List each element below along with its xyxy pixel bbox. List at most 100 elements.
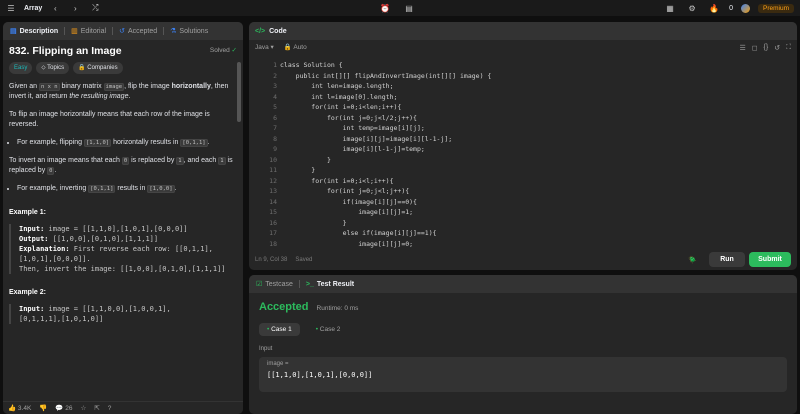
tab-testcase[interactable]: ☑ Testcase bbox=[252, 275, 297, 293]
code-line: for(int j=0;j<l/2;j++){ bbox=[280, 113, 417, 122]
streak-count: 0 bbox=[729, 4, 733, 12]
list: For example, inverting [0,1,1] results i… bbox=[17, 184, 237, 194]
pass-dot-icon: • bbox=[315, 326, 318, 333]
lock-icon: 🔒 bbox=[78, 65, 86, 71]
line-number: 16 bbox=[269, 218, 277, 227]
code-line: } bbox=[280, 218, 347, 227]
code-line: } bbox=[280, 166, 316, 174]
description-tabs: ▤ Description ▥ Editorial ↺ Accepted ⚗ Solut… bbox=[3, 22, 243, 40]
line-number: 10 bbox=[269, 155, 277, 164]
input-label: Input bbox=[259, 346, 273, 352]
clock-icon: ↺ bbox=[119, 28, 125, 35]
tag-icon: ⬦ bbox=[41, 65, 46, 71]
auto-mode[interactable]: 🔒 Auto bbox=[284, 43, 307, 51]
tag-chips: Easy ⬦ Topics 🔒 Companies bbox=[9, 62, 237, 74]
star-icon[interactable]: ☆ bbox=[81, 404, 87, 412]
page-title: 832. Flipping an Image Solved ✓ bbox=[9, 45, 237, 57]
line-number: 8 bbox=[273, 134, 277, 143]
like-button[interactable]: 👍 3.4K bbox=[8, 404, 31, 412]
problem-description: 832. Flipping an Image Solved ✓ Easy ⬦ To… bbox=[3, 40, 243, 330]
difficulty-chip[interactable]: Easy bbox=[9, 62, 33, 74]
topics-chip[interactable]: ⬦ Topics bbox=[36, 62, 70, 74]
code-line: image[i][j]=1; bbox=[280, 208, 414, 216]
chevron-left-icon[interactable]: ‹ bbox=[48, 2, 62, 14]
debug-icon[interactable]: 🪲 bbox=[688, 256, 697, 264]
line-number: 3 bbox=[273, 82, 277, 90]
code-line: for(int j=0;j<l;j++){ bbox=[280, 187, 410, 195]
menu-icon[interactable]: ☰ bbox=[4, 2, 18, 14]
thumbs-up-icon: 👍 bbox=[8, 405, 17, 412]
tab-accepted[interactable]: ↺ Accepted bbox=[115, 22, 161, 40]
example-block: Input: image = [[1,1,0],[1,0,1],[0,0,0]]… bbox=[9, 224, 237, 274]
tab-test-result[interactable]: >_ Test Result bbox=[302, 275, 358, 293]
list-item: For example, inverting [0,1,1] results i… bbox=[17, 184, 237, 194]
example-heading: Example 1: bbox=[9, 209, 46, 216]
braces-icon[interactable]: {} bbox=[764, 44, 769, 52]
code-line: class Solution { bbox=[280, 61, 343, 69]
bookmark-icon[interactable]: ◻ bbox=[752, 44, 758, 52]
code-line: int l=image[0].length; bbox=[280, 92, 398, 101]
check-box-icon: ☑ bbox=[256, 281, 263, 288]
code-icon: </> bbox=[255, 27, 266, 35]
tab-description[interactable]: ▤ Description bbox=[6, 22, 62, 40]
divider bbox=[163, 27, 165, 35]
fullscreen-icon[interactable]: ⛶ bbox=[786, 44, 791, 52]
code-header: </> Code bbox=[249, 22, 797, 40]
pass-dot-icon: • bbox=[267, 326, 270, 333]
code-line: for(int i=0;i<len;i++){ bbox=[280, 103, 402, 111]
code-line: image[i][j]=0; bbox=[280, 239, 414, 248]
tab-solutions[interactable]: ⚗ Solutions bbox=[166, 22, 212, 40]
settings-icon[interactable]: ⚙ bbox=[685, 2, 699, 14]
reset-icon[interactable]: ↺ bbox=[774, 44, 780, 52]
comments-button[interactable]: 💬 26 bbox=[55, 404, 72, 412]
tab-editorial[interactable]: ▥ Editorial bbox=[67, 22, 110, 40]
case-1-button[interactable]: • Case 1 bbox=[259, 323, 300, 336]
layout-icon[interactable]: ▦ bbox=[663, 2, 677, 14]
line-number: 11 bbox=[269, 166, 277, 174]
notes-icon[interactable]: ▤ bbox=[402, 2, 416, 14]
result-status: Accepted Runtime: 0 ms bbox=[259, 301, 359, 313]
language-select[interactable]: Java ▾ bbox=[255, 43, 274, 51]
input-box: image = [[1,1,0],[1,0,1],[0,0,0]] bbox=[259, 357, 787, 392]
code-line: public int[][] flipAndInvertImage(int[][… bbox=[280, 71, 492, 80]
result-body: Accepted Runtime: 0 ms • Case 1 • Case 2 … bbox=[249, 293, 797, 400]
line-number: 6 bbox=[273, 113, 277, 122]
chevron-right-icon[interactable]: › bbox=[68, 2, 82, 14]
premium-button[interactable]: Premium bbox=[757, 3, 794, 13]
line-number: 7 bbox=[273, 124, 277, 132]
case-2-button[interactable]: • Case 2 bbox=[308, 323, 349, 336]
case-tabs: • Case 1 • Case 2 bbox=[259, 323, 787, 336]
flask-icon: ⚗ bbox=[170, 28, 177, 35]
paragraph: Given an n x n binary matrix image, flip… bbox=[9, 83, 229, 100]
code-panel: </> Code Java ▾ 🔒 Auto ☰ ◻ {} ↺ ⛶ 1 class … bbox=[249, 22, 797, 270]
avatar[interactable] bbox=[740, 3, 750, 13]
line-number: 14 bbox=[269, 197, 277, 206]
format-icon[interactable]: ☰ bbox=[739, 44, 745, 52]
line-number: 13 bbox=[269, 187, 277, 195]
result-tabs: ☑ Testcase >_ Test Result bbox=[249, 275, 797, 293]
dislike-icon[interactable]: 👎 bbox=[39, 404, 47, 412]
example-heading: Example 2: bbox=[9, 289, 46, 296]
share-icon[interactable]: ⇱ bbox=[94, 404, 99, 412]
problem-list-label[interactable]: Array bbox=[24, 5, 42, 12]
scrollbar[interactable] bbox=[237, 62, 241, 122]
fire-icon[interactable]: 🔥 bbox=[707, 2, 721, 14]
help-icon[interactable]: ? bbox=[108, 405, 112, 412]
run-button[interactable]: Run bbox=[709, 252, 745, 267]
comment-icon: 💬 bbox=[55, 405, 64, 412]
code-line: int temp=image[i][j]; bbox=[280, 124, 425, 132]
companies-chip[interactable]: 🔒 Companies bbox=[73, 62, 123, 74]
divider bbox=[112, 27, 114, 35]
description-footer: 👍 3.4K 👎 💬 26 ☆ ⇱ ? bbox=[3, 401, 243, 414]
paragraph: To invert an image means that each 0 is … bbox=[9, 157, 233, 175]
list: For example, flipping [1,1,0] horizontal… bbox=[17, 138, 237, 148]
submit-button[interactable]: Submit bbox=[749, 252, 791, 267]
timer-icon[interactable]: ⏰ bbox=[378, 2, 392, 14]
code-editor[interactable]: 1 class Solution {2 public int[][] flipAn… bbox=[249, 60, 797, 256]
check-icon: ✓ bbox=[231, 47, 237, 54]
terminal-icon: >_ bbox=[305, 280, 314, 288]
line-number: 4 bbox=[273, 92, 277, 101]
language-bar: Java ▾ 🔒 Auto bbox=[249, 40, 797, 54]
shuffle-icon[interactable]: ⤮ bbox=[88, 2, 102, 14]
divider bbox=[64, 27, 66, 35]
